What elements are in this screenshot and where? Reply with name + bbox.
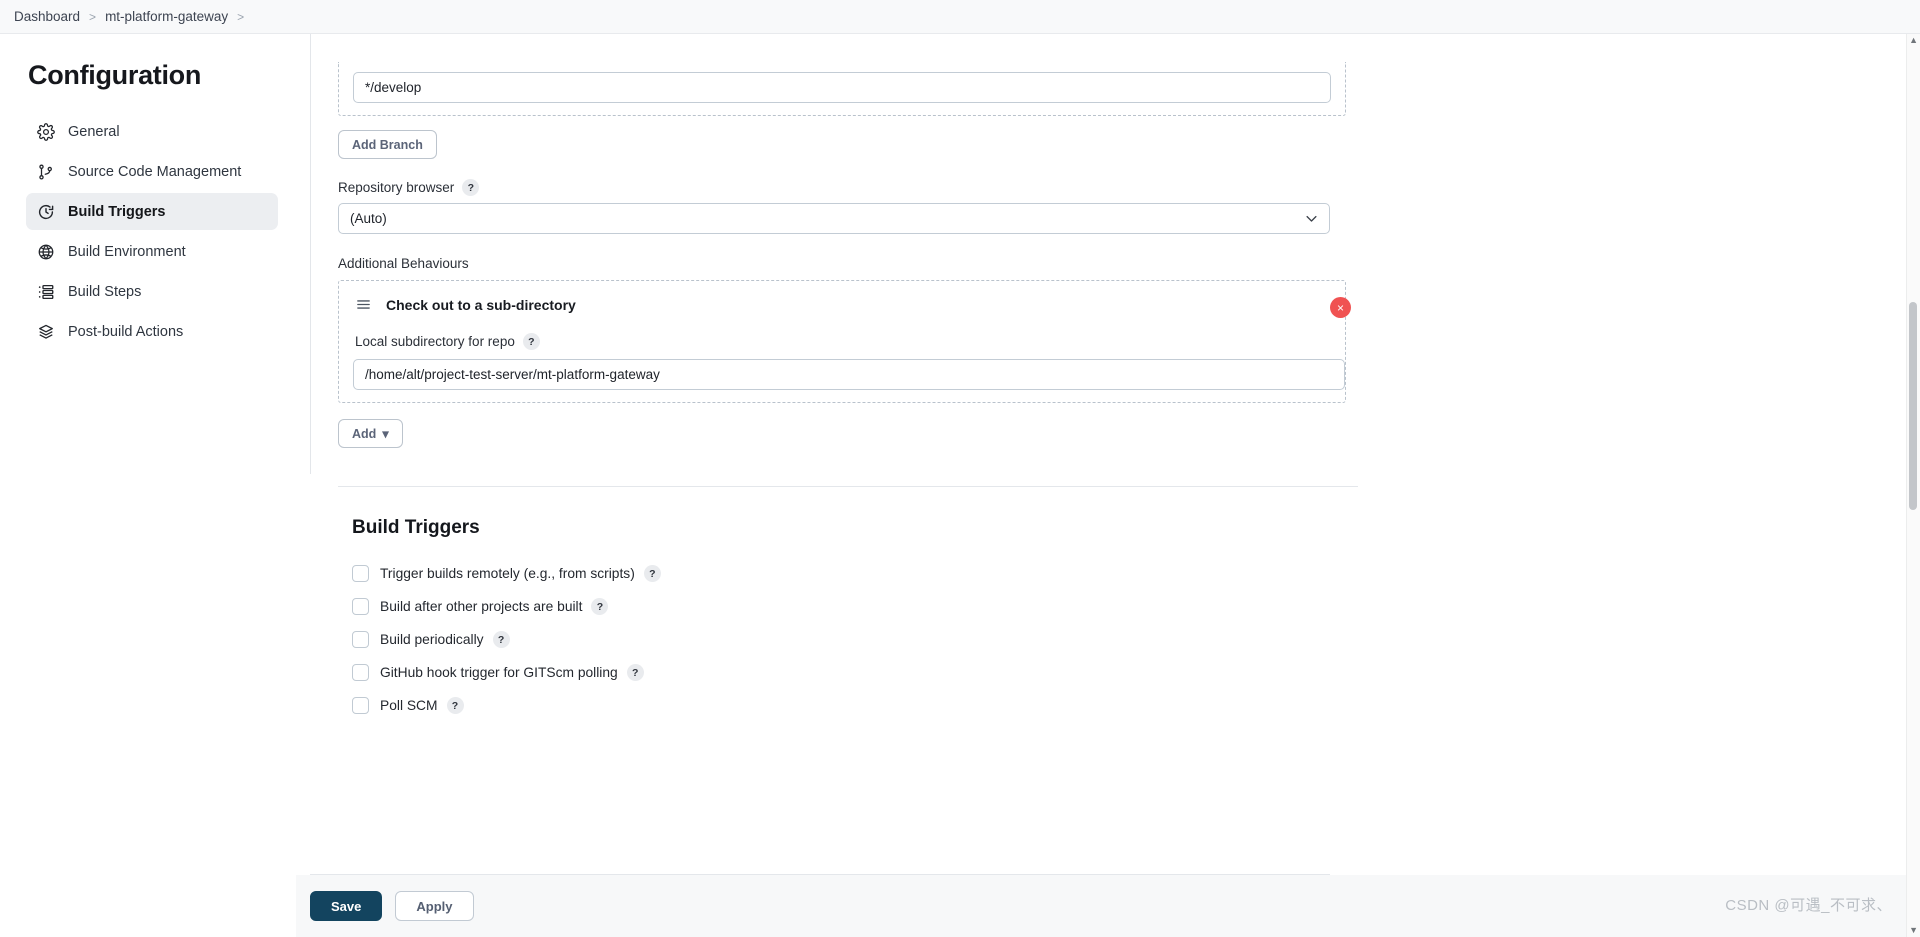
trigger-label-periodically: Build periodically ? xyxy=(380,631,510,648)
delete-behaviour-button[interactable]: × xyxy=(1330,297,1351,318)
sidebar-item-build-steps[interactable]: Build Steps xyxy=(26,273,278,310)
vertical-scrollbar[interactable]: ▲ ▼ xyxy=(1906,34,1920,937)
behaviour-header: Check out to a sub-directory × xyxy=(353,293,1351,318)
page-title: Configuration xyxy=(28,60,202,90)
trigger-label-github-hook: GitHub hook trigger for GITScm polling ? xyxy=(380,664,644,681)
package-icon xyxy=(36,322,55,341)
repository-browser-value: (Auto) xyxy=(350,211,387,226)
repository-browser-label-text: Repository browser xyxy=(338,180,455,195)
section-rail xyxy=(310,34,311,474)
scroll-up-icon[interactable]: ▲ xyxy=(1909,36,1918,45)
local-subdirectory-input[interactable] xyxy=(353,359,1345,390)
help-icon[interactable]: ? xyxy=(591,598,609,615)
repository-browser-select-wrap: (Auto) xyxy=(338,203,1330,234)
sidebar-item-label: Build Triggers xyxy=(68,203,166,220)
branch-specifier-input[interactable] xyxy=(353,72,1331,103)
trigger-row-poll-scm: Poll SCM ? xyxy=(352,697,1378,714)
scrollbar-thumb[interactable] xyxy=(1909,302,1917,510)
add-branch-button[interactable]: Add Branch xyxy=(338,130,437,159)
section-divider xyxy=(338,486,1358,487)
build-triggers-title: Build Triggers xyxy=(352,517,480,538)
drag-handle-icon[interactable] xyxy=(355,296,372,313)
trigger-checkbox-periodically[interactable] xyxy=(352,631,369,648)
sidebar-item-build-triggers[interactable]: Build Triggers xyxy=(26,193,278,230)
add-behaviour-label: Add xyxy=(352,426,377,441)
local-subdirectory-label-text: Local subdirectory for repo xyxy=(355,334,515,349)
trigger-label-text: Build periodically xyxy=(380,632,484,647)
help-icon[interactable]: ? xyxy=(462,179,480,196)
breadcrumb-item-job[interactable]: mt-platform-gateway xyxy=(105,9,228,24)
build-triggers-section: Build Triggers Trigger builds remotely (… xyxy=(338,517,1378,714)
save-button[interactable]: Save xyxy=(310,891,383,921)
clock-icon xyxy=(36,202,55,221)
trigger-checkbox-github-hook[interactable] xyxy=(352,664,369,681)
trigger-row-periodically: Build periodically ? xyxy=(352,631,1378,648)
trigger-checkbox-after-projects[interactable] xyxy=(352,598,369,615)
trigger-label-after-projects: Build after other projects are built ? xyxy=(380,598,609,615)
gear-icon xyxy=(36,122,55,141)
help-icon[interactable]: ? xyxy=(643,565,661,582)
trigger-checkbox-remote[interactable] xyxy=(352,565,369,582)
behaviour-panel: Check out to a sub-directory × Local sub… xyxy=(353,293,1351,390)
form-footer: Save Apply xyxy=(296,875,1920,937)
sidebar-item-label: Post-build Actions xyxy=(68,323,184,340)
caret-down-icon: ▾ xyxy=(382,427,389,441)
sidebar-item-source-code-management[interactable]: Source Code Management xyxy=(26,153,278,190)
trigger-label-text: Poll SCM xyxy=(380,698,438,713)
sidebar-item-label: Source Code Management xyxy=(68,163,242,180)
scroll-down-icon[interactable]: ▼ xyxy=(1909,926,1918,935)
additional-behaviours-label: Additional Behaviours xyxy=(338,256,469,271)
trigger-row-remote: Trigger builds remotely (e.g., from scri… xyxy=(352,565,1378,582)
help-icon[interactable]: ? xyxy=(522,333,540,350)
trigger-label-text: Trigger builds remotely (e.g., from scri… xyxy=(380,566,635,581)
globe-icon xyxy=(36,242,55,261)
sidebar-item-label: General xyxy=(68,123,120,140)
branch-repeat-block xyxy=(338,62,1346,116)
scm-form: Add Branch Repository browser ? (Auto) A… xyxy=(296,34,1358,714)
apply-button[interactable]: Apply xyxy=(395,891,474,921)
behaviour-title: Check out to a sub-directory xyxy=(386,296,576,313)
add-behaviour-button[interactable]: Add ▾ xyxy=(338,419,403,448)
repository-browser-select[interactable]: (Auto) xyxy=(338,203,1330,234)
git-branch-icon xyxy=(36,162,55,181)
sidebar-item-label: Build Environment xyxy=(68,243,186,260)
add-behaviour-row: Add ▾ xyxy=(338,419,1346,448)
trigger-label-text: Build after other projects are built xyxy=(380,599,583,614)
breadcrumb: Dashboard > mt-platform-gateway > xyxy=(0,0,1920,34)
sidebar-item-post-build-actions[interactable]: Post-build Actions xyxy=(26,313,278,350)
breadcrumb-separator-icon: > xyxy=(89,9,97,24)
help-icon[interactable]: ? xyxy=(492,631,510,648)
sidebar: Configuration General Source Code Manage… xyxy=(0,34,296,937)
repository-browser-label: Repository browser ? xyxy=(338,179,1346,196)
page-body: Configuration General Source Code Manage… xyxy=(0,34,1920,937)
sidebar-item-label: Build Steps xyxy=(68,283,142,300)
sidebar-item-build-environment[interactable]: Build Environment xyxy=(26,233,278,270)
breadcrumb-item-dashboard[interactable]: Dashboard xyxy=(14,9,80,24)
help-icon[interactable]: ? xyxy=(446,697,464,714)
behaviour-repeat-block: Check out to a sub-directory × Local sub… xyxy=(338,280,1351,403)
trigger-label-poll-scm: Poll SCM ? xyxy=(380,697,464,714)
sidebar-item-general[interactable]: General xyxy=(26,113,278,150)
list-steps-icon xyxy=(36,282,55,301)
trigger-label-remote: Trigger builds remotely (e.g., from scri… xyxy=(380,565,661,582)
trigger-checkbox-poll-scm[interactable] xyxy=(352,697,369,714)
trigger-label-text: GitHub hook trigger for GITScm polling xyxy=(380,665,618,680)
watermark: CSDN @可遇_不可求、 xyxy=(1725,897,1892,914)
local-subdirectory-label: Local subdirectory for repo ? xyxy=(355,333,1345,350)
trigger-row-github-hook: GitHub hook trigger for GITScm polling ? xyxy=(352,664,1378,681)
main-content: Add Branch Repository browser ? (Auto) A… xyxy=(296,34,1920,937)
breadcrumb-separator-icon-2: > xyxy=(237,9,245,24)
trigger-row-after-projects: Build after other projects are built ? xyxy=(352,598,1378,615)
help-icon[interactable]: ? xyxy=(626,664,644,681)
